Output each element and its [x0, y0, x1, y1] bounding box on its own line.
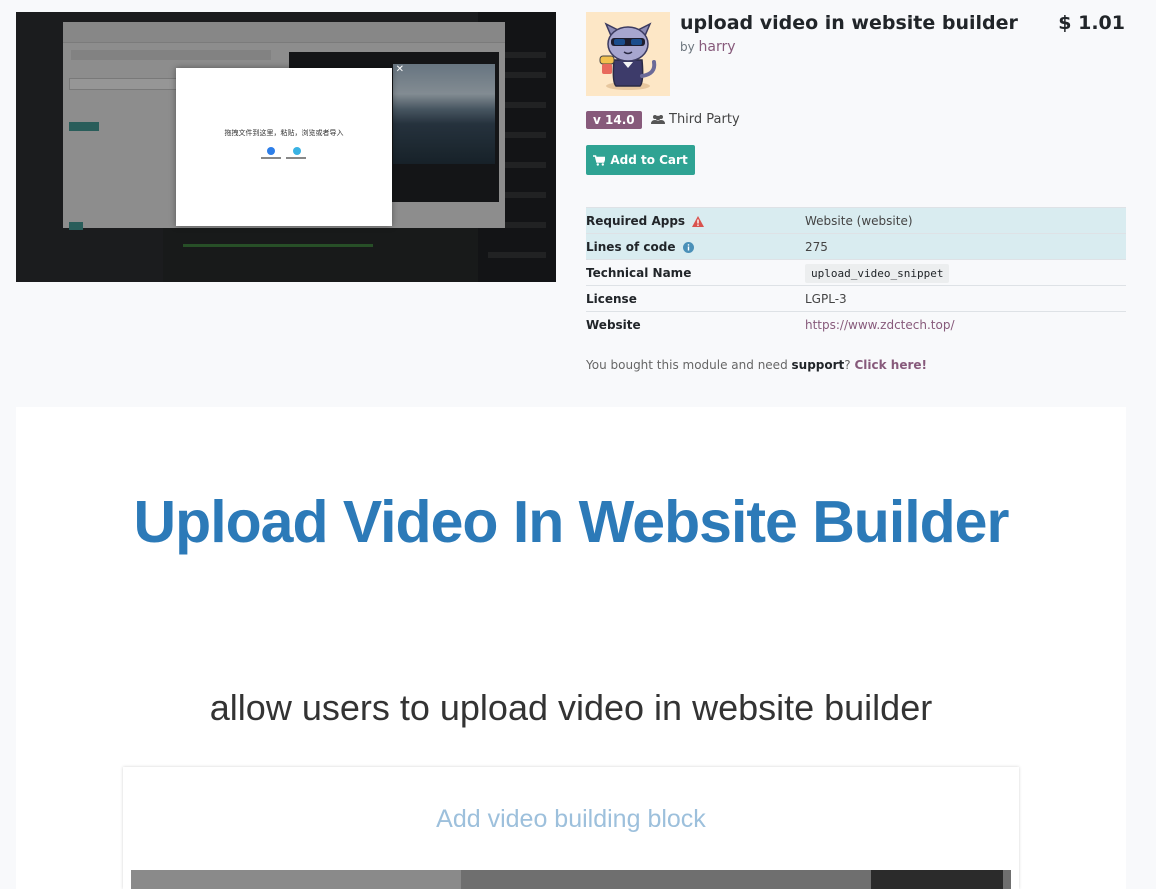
- website-link[interactable]: https://www.zdctech.top/: [805, 318, 955, 332]
- table-row: Required Apps Website (website): [586, 207, 1126, 234]
- close-icon: ✕: [395, 64, 404, 75]
- license-label: License: [586, 285, 805, 312]
- add-to-cart-button[interactable]: Add to Cart: [586, 145, 695, 175]
- warning-icon: [692, 215, 705, 227]
- support-link[interactable]: Click here!: [854, 358, 927, 372]
- shopping-cart-icon: [593, 154, 606, 166]
- info-icon: [682, 241, 694, 253]
- feature-card: Add video building block: [123, 767, 1019, 889]
- users-icon: [651, 115, 665, 124]
- author-link[interactable]: harry: [699, 39, 736, 55]
- description-section: Upload Video In Website Builder allow us…: [16, 407, 1126, 889]
- lines-of-code-label: Lines of code: [586, 233, 805, 260]
- required-apps-label: Required Apps: [586, 207, 805, 234]
- table-row: License LGPL-3: [586, 285, 1126, 312]
- lines-of-code-value: 275: [805, 233, 1126, 260]
- cat-mascot-icon: [599, 22, 657, 90]
- module-screenshot[interactable]: ✕ 拖拽文件到这里，粘贴，浏览或者导入: [16, 12, 556, 282]
- author-prefix: by: [680, 40, 695, 54]
- screenshot-upload-modal: ✕ 拖拽文件到这里，粘贴，浏览或者导入: [176, 64, 404, 226]
- feature-screenshot: [131, 870, 1011, 889]
- description-subtitle: allow users to upload video in website b…: [209, 687, 933, 728]
- description-heading: Upload Video In Website Builder: [133, 489, 1010, 555]
- technical-name-label: Technical Name: [586, 259, 805, 286]
- computer-icon: [267, 147, 275, 155]
- support-strong: support: [791, 358, 845, 372]
- add-to-cart-label: Add to Cart: [610, 153, 688, 167]
- table-row: Lines of code 275: [586, 233, 1126, 260]
- support-text: You bought this module and need support?…: [586, 358, 927, 372]
- app-icon: [586, 12, 670, 96]
- table-row: Technical Name upload_video_snippet: [586, 259, 1126, 286]
- technical-name-value: upload_video_snippet: [805, 259, 1126, 286]
- feature-card-title: Add video building block: [436, 805, 706, 833]
- camera-icon: [293, 147, 301, 155]
- product-title: upload video in website builder: [680, 12, 1018, 34]
- third-party-label: Third Party: [651, 112, 740, 127]
- third-party-text: Third Party: [669, 112, 740, 127]
- product-author: by harry: [680, 39, 736, 55]
- table-row: Website https://www.zdctech.top/: [586, 311, 1126, 337]
- module-info-table: Required Apps Website (website) Lines of…: [586, 207, 1126, 337]
- version-badge: v 14.0: [586, 111, 642, 129]
- required-apps-value: Website (website): [805, 207, 1126, 234]
- website-value: https://www.zdctech.top/: [805, 311, 1126, 337]
- license-value: LGPL-3: [805, 285, 1126, 312]
- product-price: $ 1.01: [1058, 12, 1125, 34]
- screenshot-modal-text: 拖拽文件到这里，粘贴，浏览或者导入: [224, 129, 344, 137]
- website-label: Website: [586, 311, 805, 337]
